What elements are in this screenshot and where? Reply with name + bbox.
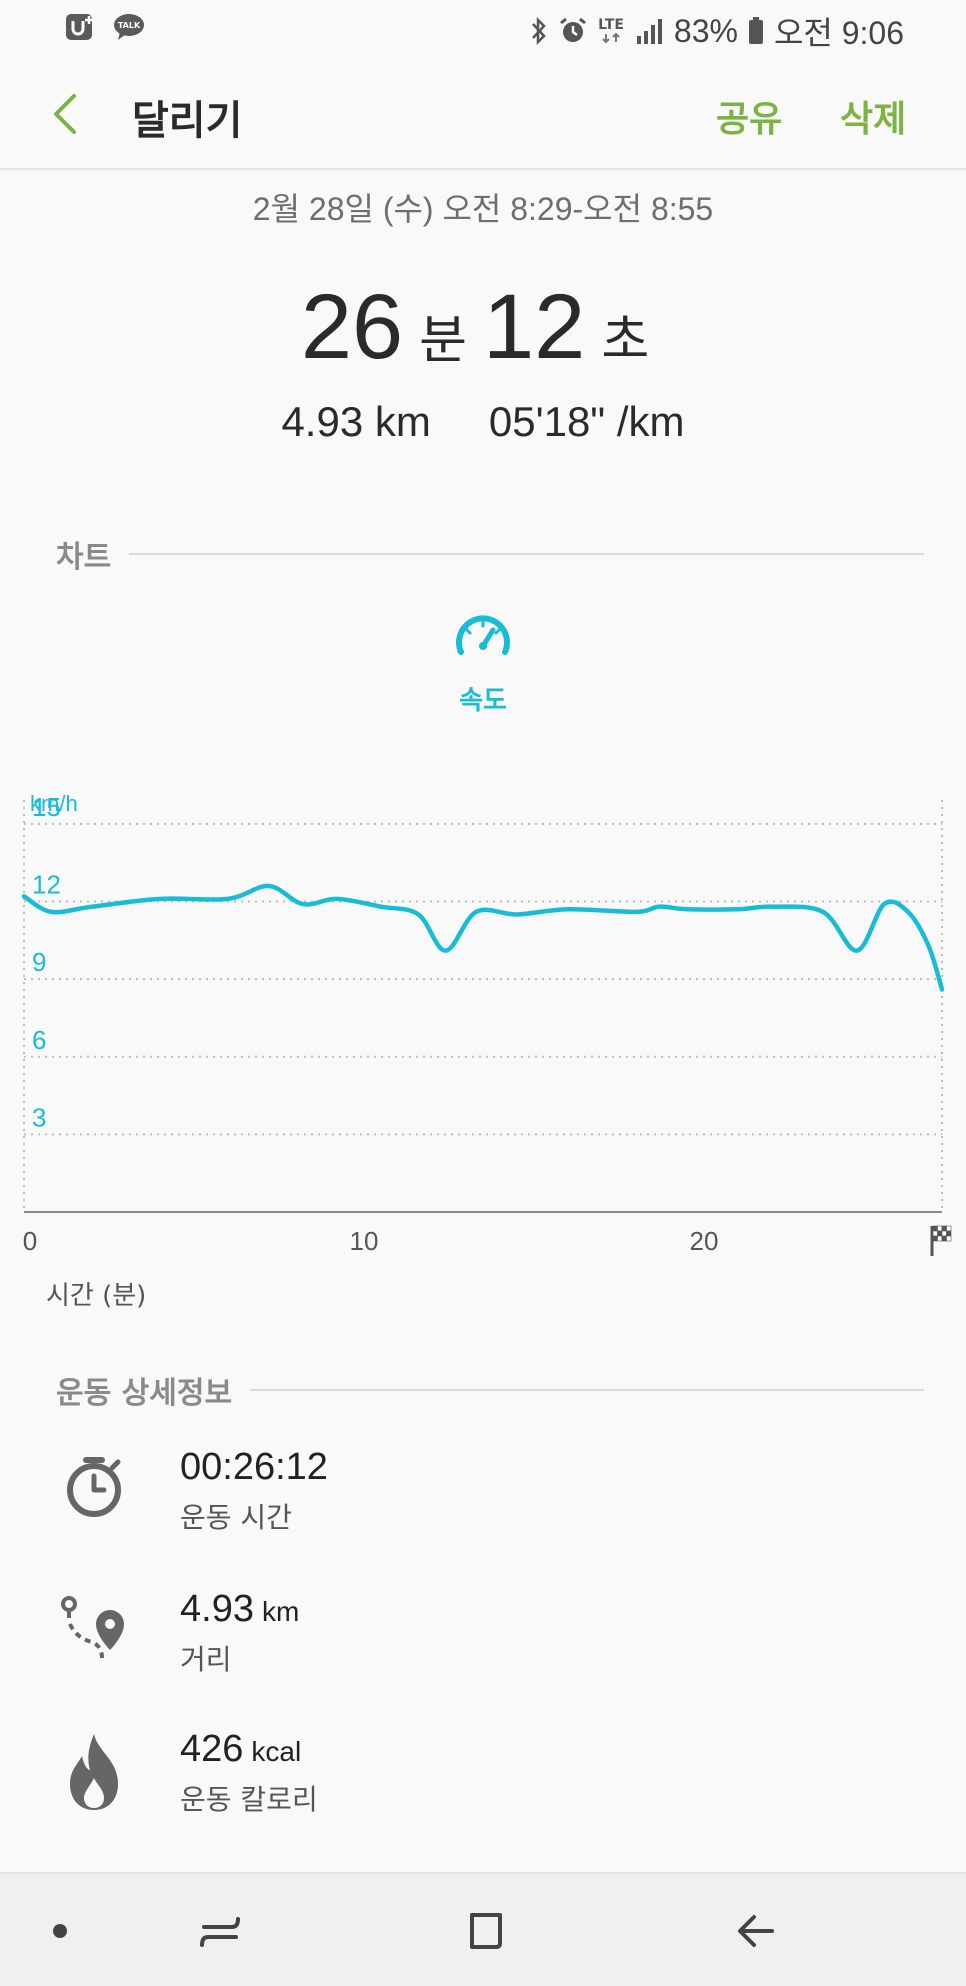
details-section-title: 운동 상세정보 [56,1376,233,1411]
status-time: 오전 9:06 [773,15,904,51]
lte-icon: LTE [598,18,624,44]
chevron-left-icon [54,94,76,134]
speed-metric-tab[interactable]: 속도 [433,610,533,717]
flag-square [946,1225,952,1232]
kakaotalk-icon: TALK [112,12,146,42]
flag-square [946,1235,952,1242]
speed-series-line [21,883,945,992]
flag-square [932,1225,938,1232]
chart-y-tick-label: 6 [32,1025,46,1055]
chart-x-tick-label: 10 [350,1226,379,1256]
stopwatch-icon [56,1446,132,1536]
distance-label: 거리 [180,1643,232,1676]
back-nav-button[interactable] [716,1874,796,1986]
detail-row-duration: 00:26:12 운동 시간 [56,1446,916,1556]
flag-square [937,1235,943,1242]
back-button[interactable] [44,88,90,140]
kakaotalk-label: TALK [118,21,141,30]
detail-value: 4.93 km [180,1588,299,1631]
chart-x-label: 시간 (분) [46,1281,146,1310]
signal-icon [634,16,664,46]
duration-value: 00:26:12 [180,1446,328,1488]
page-title: 달리기 [132,98,243,144]
flame-icon [56,1728,132,1818]
detail-row-distance: 4.93 km 거리 [56,1588,916,1698]
chart-x-tick-label: 0 [23,1226,37,1256]
battery-percent: 83% [673,12,738,49]
summary-pace: 05'18" /km [488,398,685,445]
calories-unit: kcal [251,1736,302,1767]
duration-seconds-unit: 초 [601,311,650,371]
flag-square [937,1230,943,1237]
bluetooth-icon [530,16,548,46]
dot-icon [53,1924,67,1938]
flag-square [941,1235,947,1242]
navigation-bar [0,1872,966,1986]
speed-metric-label: 속도 [459,686,507,716]
distance-unit: km [261,1596,300,1627]
nav-dot-button[interactable] [30,1874,90,1986]
status-bar: TALK LTE 83% 오전 9:06 [0,0,966,58]
back-icon [738,1915,774,1947]
duration-display: 26 분 12 초 [0,275,966,380]
speedometer-icon [456,615,510,655]
app-bar: 달리기 공유 삭제 [0,60,966,170]
uplus-icon [64,12,98,42]
chart-section-title: 차트 [56,540,112,575]
flag-square [932,1235,938,1242]
chart-section-header: 차트 [56,532,924,576]
calories-value: 426 [180,1728,244,1770]
calories-label: 운동 칼로리 [180,1783,318,1816]
duration-minutes-unit: 분 [419,311,467,371]
chart-y-unit: km/h [30,791,78,816]
battery-icon [748,16,764,46]
flag-square [932,1230,938,1237]
chart-x-tick-label: 20 [690,1226,719,1256]
chart-y-tick-label: 9 [32,947,46,977]
status-left-icons: TALK [64,12,146,42]
flag-square [946,1230,952,1237]
duration-minutes: 26 [300,276,404,378]
details-section-header: 운동 상세정보 [56,1368,924,1412]
status-right: LTE 83% 오전 9:06 [530,8,904,54]
chart-y-tick-label: 12 [32,870,61,900]
share-button[interactable]: 공유 [716,90,782,142]
recent-apps-button[interactable] [180,1874,260,1986]
summary-distance: 4.93 km [281,398,431,445]
section-divider [250,1389,924,1391]
detail-row-calories: 426 kcal 운동 칼로리 [56,1728,916,1838]
distance-pace-row: 4.93 km 05'18" /km [0,398,966,446]
home-button[interactable] [446,1874,526,1986]
flag-square [937,1225,943,1232]
flag-square [941,1230,947,1237]
home-icon [470,1913,502,1949]
lte-label: LTE [598,17,624,33]
recent-apps-icon [200,1917,240,1947]
session-date-range: 2월 28일 (수) 오전 8:29-오전 8:55 [252,191,714,227]
detail-value: 00:26:12 [180,1446,328,1489]
distance-value: 4.93 [180,1588,254,1630]
delete-button[interactable]: 삭제 [840,90,906,142]
flag-square [941,1225,947,1232]
chart-y-tick-label: 3 [32,1102,46,1132]
alarm-icon [558,16,588,46]
duration-seconds: 12 [483,276,586,378]
section-divider [129,553,924,555]
duration-label: 운동 시간 [180,1501,292,1534]
detail-value: 426 kcal [180,1728,301,1771]
checkered-flag-icon [930,1225,952,1256]
speed-chart: 3691215 0 10 20 km/h 시간 (분) [21,791,952,1310]
route-distance-icon [56,1588,132,1678]
